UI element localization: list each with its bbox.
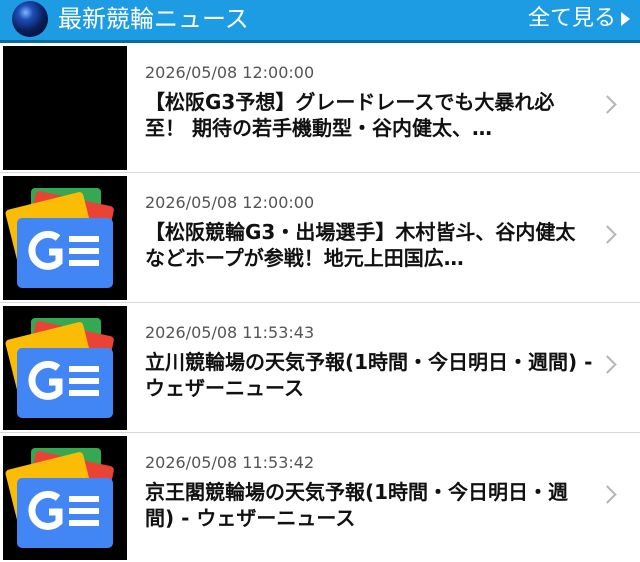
- news-headline[interactable]: 【松阪競輪G3・出場選手】木村皆斗、谷内健太などホープが参戦！地元上田国広…: [145, 219, 593, 271]
- chevron-right-icon: [598, 95, 617, 114]
- globe-logo-icon: [12, 1, 48, 37]
- header-bar: 最新競輪ニュース 全て見る: [0, 0, 640, 43]
- news-item[interactable]: 2026/05/08 12:00:00 【松阪G3予想】グレードレースでも大暴れ…: [0, 43, 640, 172]
- thumbnail-blank: [3, 46, 127, 170]
- news-headline[interactable]: 立川競輪場の天気予報(1時間・今日明日・週間) - ウェザーニュース: [145, 349, 593, 401]
- news-headline[interactable]: 京王閣競輪場の天気予報(1時間・今日明日・週間) - ウェザーニュース: [145, 479, 593, 531]
- see-all-link[interactable]: 全て見る: [528, 2, 616, 36]
- news-item[interactable]: 2026/05/08 11:53:43 立川競輪場の天気予報(1時間・今日明日・…: [0, 302, 640, 432]
- chevron-right-icon: [598, 225, 617, 244]
- news-date: 2026/05/08 11:53:42: [145, 453, 315, 472]
- section-title: 最新競輪ニュース: [58, 5, 249, 33]
- triangle-right-icon[interactable]: [621, 12, 630, 26]
- news-item[interactable]: 2026/05/08 11:53:42 京王閣競輪場の天気予報(1時間・今日明日…: [0, 432, 640, 562]
- google-news-icon: [3, 306, 127, 430]
- google-news-icon: [3, 436, 127, 560]
- chevron-right-icon: [598, 355, 617, 374]
- chevron-right-icon: [598, 485, 617, 504]
- news-list: 2026/05/08 12:00:00 【松阪G3予想】グレードレースでも大暴れ…: [0, 43, 640, 562]
- google-news-icon: [3, 176, 127, 300]
- news-date: 2026/05/08 12:00:00: [145, 63, 315, 82]
- news-date: 2026/05/08 12:00:00: [145, 193, 315, 212]
- news-item[interactable]: 2026/05/08 12:00:00 【松阪競輪G3・出場選手】木村皆斗、谷内…: [0, 172, 640, 302]
- news-date: 2026/05/08 11:53:43: [145, 323, 315, 342]
- news-headline[interactable]: 【松阪G3予想】グレードレースでも大暴れ必至！ 期待の若手機動型・谷内健太、…: [145, 89, 593, 141]
